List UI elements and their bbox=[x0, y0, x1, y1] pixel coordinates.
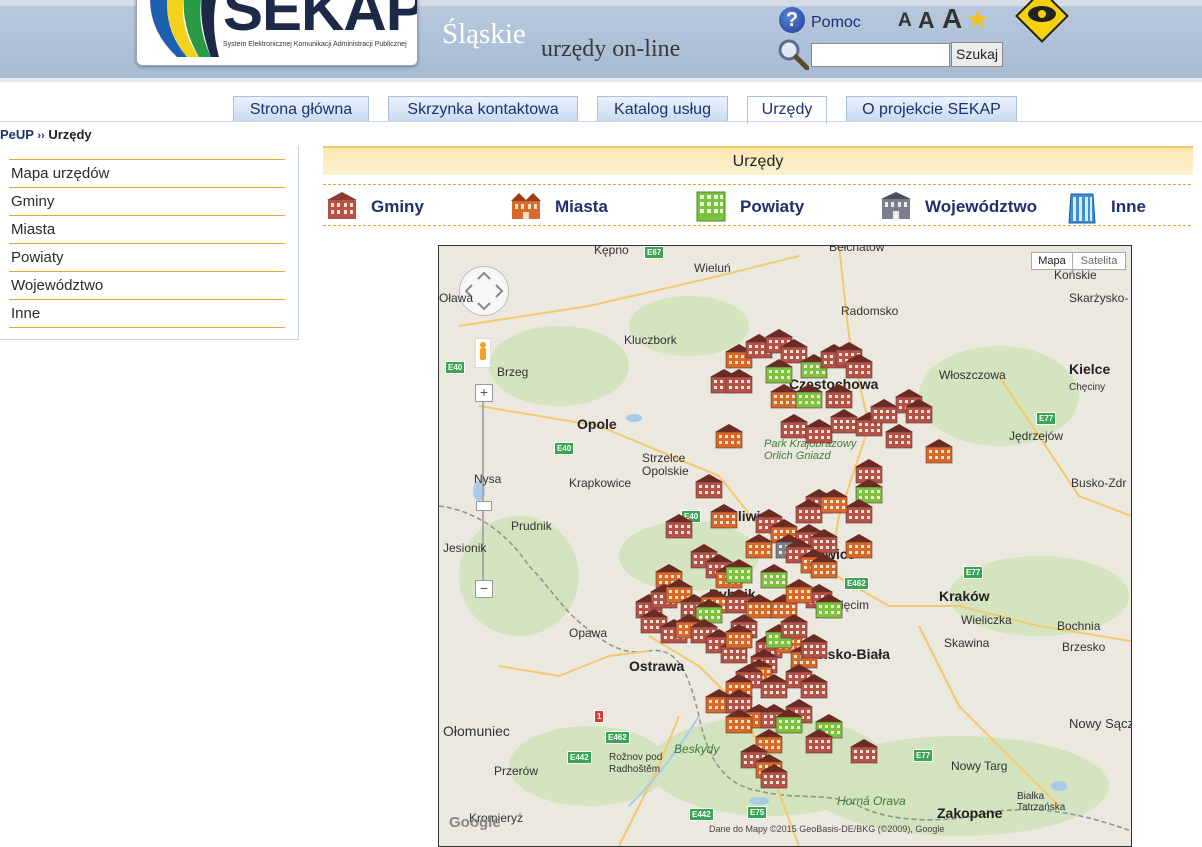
sidebar-item-miasta[interactable]: Miasta bbox=[9, 215, 285, 242]
tab-katalog-uslug[interactable]: Katalog usług bbox=[597, 96, 728, 122]
tab-strona-glowna[interactable]: Strona główna bbox=[233, 96, 369, 122]
tab-urzedy[interactable]: Urzędy bbox=[747, 96, 827, 124]
breadcrumb-root[interactable]: PeUP bbox=[0, 127, 34, 142]
logo-swoosh-icon bbox=[150, 0, 219, 57]
office-marker[interactable] bbox=[715, 424, 743, 449]
sekap-logo[interactable]: SEKAP System Elektronicznej Komunikacji … bbox=[136, 0, 418, 66]
google-logo: Google bbox=[449, 814, 501, 831]
office-marker[interactable] bbox=[925, 439, 953, 464]
sidebar-item-inne[interactable]: Inne bbox=[9, 299, 285, 326]
tab-o-projekcie[interactable]: O projekcie SEKAP bbox=[846, 96, 1017, 122]
breadcrumb: PeUP ›› Urzędy bbox=[0, 127, 92, 142]
sidebar-item-gminy[interactable]: Gminy bbox=[9, 187, 285, 214]
office-marker[interactable] bbox=[830, 409, 858, 434]
office-marker[interactable] bbox=[785, 579, 813, 604]
category-inne[interactable]: Inne bbox=[1065, 190, 1175, 224]
office-marker[interactable] bbox=[780, 414, 808, 439]
sidebar: Mapa urzędów Gminy Miasta Powiaty Wojewó… bbox=[0, 146, 299, 340]
search-icon bbox=[778, 39, 809, 70]
sidebar-divider bbox=[9, 327, 285, 328]
star-icon[interactable]: ★ bbox=[966, 4, 989, 35]
office-marker[interactable] bbox=[760, 564, 788, 589]
search-input[interactable] bbox=[811, 43, 950, 67]
breadcrumb-separator: ›› bbox=[37, 130, 45, 142]
category-gminy-label: Gminy bbox=[371, 197, 424, 216]
category-miasta-label: Miasta bbox=[555, 197, 608, 216]
map-copyright: Dane do Mapy ©2015 GeoBasis-DE/BKG (©200… bbox=[709, 824, 945, 834]
category-powiaty[interactable]: Powiaty bbox=[694, 190, 824, 222]
header: SEKAP System Elektronicznej Komunikacji … bbox=[0, 0, 1202, 78]
tabs-baseline bbox=[0, 121, 1202, 122]
region-title: Śląskie bbox=[442, 18, 526, 50]
office-marker[interactable] bbox=[665, 514, 693, 539]
office-markers-layer[interactable] bbox=[439, 246, 1131, 846]
offices-map[interactable]: Mapa Satelita + − Kępno Wieluń Bełchatów… bbox=[438, 245, 1132, 847]
office-marker[interactable] bbox=[825, 384, 853, 409]
office-marker[interactable] bbox=[695, 474, 723, 499]
inne-building-icon bbox=[1068, 193, 1096, 224]
category-row: Gminy Miasta Powiaty Województwo Inne bbox=[323, 184, 1191, 226]
office-marker[interactable] bbox=[710, 504, 738, 529]
help-icon[interactable]: ? bbox=[779, 7, 805, 33]
logo-subtitle: System Elektronicznej Komunikacji Admini… bbox=[223, 41, 407, 48]
logo-text: SEKAP bbox=[223, 0, 418, 43]
office-marker[interactable] bbox=[795, 384, 823, 409]
gmina-building-icon bbox=[327, 192, 357, 219]
sidebar-item-powiaty[interactable]: Powiaty bbox=[9, 243, 285, 270]
category-wojewodztwo-label: Województwo bbox=[925, 197, 1038, 216]
office-marker[interactable] bbox=[770, 384, 798, 409]
category-inne-label: Inne bbox=[1111, 197, 1146, 216]
powiat-building-icon bbox=[696, 191, 726, 222]
miasto-building-icon bbox=[511, 193, 541, 219]
category-wojewodztwo[interactable]: Województwo bbox=[879, 190, 1049, 220]
contrast-eye-icon[interactable] bbox=[1011, 0, 1073, 47]
font-size-small-button[interactable]: A bbox=[898, 10, 912, 32]
tab-skrzynka-kontaktowa[interactable]: Skrzynka kontaktowa bbox=[388, 96, 578, 122]
region-subtitle: urzędy on-line bbox=[541, 36, 681, 62]
category-gminy[interactable]: Gminy bbox=[325, 190, 455, 220]
font-size-medium-button[interactable]: A bbox=[918, 7, 935, 34]
sidebar-item-mapa[interactable]: Mapa urzędów bbox=[9, 159, 285, 186]
office-marker[interactable] bbox=[850, 739, 878, 764]
category-powiaty-label: Powiaty bbox=[740, 197, 805, 216]
office-marker[interactable] bbox=[805, 419, 833, 444]
section-title: Urzędy bbox=[323, 146, 1193, 175]
office-marker[interactable] bbox=[745, 534, 773, 559]
office-marker[interactable] bbox=[845, 534, 873, 559]
sidebar-item-wojewodztwo[interactable]: Województwo bbox=[9, 271, 285, 298]
wojewodztwo-building-icon bbox=[881, 192, 911, 219]
font-size-large-button[interactable]: A bbox=[942, 3, 962, 35]
office-marker[interactable] bbox=[870, 399, 898, 424]
help-link[interactable]: Pomoc bbox=[811, 14, 861, 32]
office-marker[interactable] bbox=[885, 424, 913, 449]
breadcrumb-current: Urzędy bbox=[48, 127, 92, 142]
header-divider bbox=[0, 78, 1202, 82]
category-miasta[interactable]: Miasta bbox=[509, 190, 639, 220]
search-button[interactable]: Szukaj bbox=[951, 42, 1003, 67]
